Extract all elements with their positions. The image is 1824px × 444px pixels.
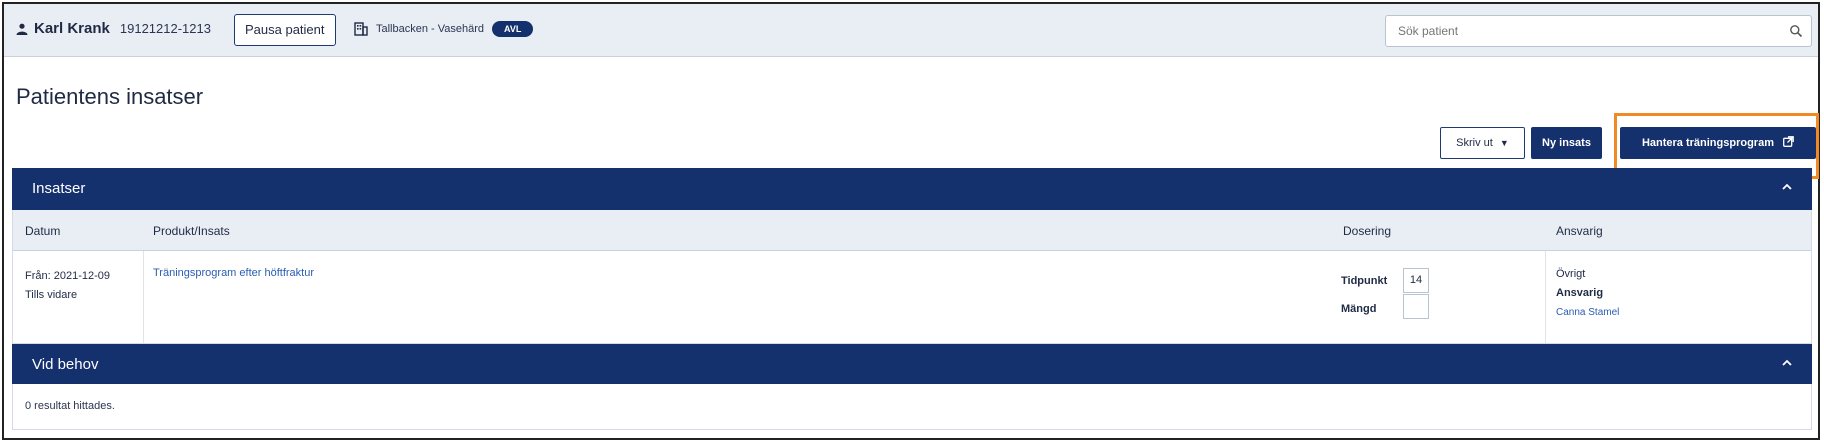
- date-cell: Från: 2021-12-09 Tills vidare: [25, 267, 110, 305]
- column-ansvarig: Ansvarig: [1556, 224, 1603, 238]
- ansvarig-name[interactable]: Canna Stamel: [1556, 303, 1619, 322]
- chevron-up-icon[interactable]: [1780, 180, 1794, 194]
- table-header: Datum Produkt/Insats Dosering Ansvarig: [13, 210, 1811, 251]
- patient-search[interactable]: [1385, 15, 1812, 47]
- app-frame: Karl Krank 19121212-1213 Pausa patient T…: [2, 2, 1820, 440]
- building-icon: [354, 22, 368, 36]
- patient-header: Karl Krank 19121212-1213 Pausa patient T…: [4, 4, 1818, 57]
- column-produkt: Produkt/Insats: [153, 224, 230, 238]
- print-dropdown-button[interactable]: Skriv ut ▼: [1440, 127, 1525, 159]
- unit-name: Tallbacken - Vasehärd: [376, 23, 485, 35]
- column-datum: Datum: [25, 224, 61, 238]
- vid-behov-content: 0 resultat hittades.: [12, 384, 1812, 430]
- insatser-panel-header[interactable]: Insatser: [12, 168, 1812, 210]
- patient-name: Karl Krank: [34, 20, 110, 37]
- mangd-value: [1403, 294, 1429, 319]
- manage-training-program-button[interactable]: Hantera träningsprogram: [1620, 127, 1816, 159]
- product-link[interactable]: Träningsprogram efter höftfraktur: [153, 267, 314, 279]
- tidpunkt-label: Tidpunkt: [1341, 275, 1388, 287]
- manage-label: Hantera träningsprogram: [1641, 137, 1774, 149]
- empty-result-text: 0 resultat hittades.: [25, 400, 115, 412]
- search-input[interactable]: [1396, 16, 1780, 46]
- ansvarig-cell: Övrigt Ansvarig Canna Stamel: [1556, 265, 1619, 322]
- insatser-table: Datum Produkt/Insats Dosering Ansvarig F…: [12, 210, 1812, 344]
- date-from: Från: 2021-12-09: [25, 270, 110, 282]
- tidpunkt-value: 14: [1403, 268, 1429, 293]
- unit-info: Tallbacken - Vasehärd AVL: [354, 21, 534, 37]
- vid-behov-title: Vid behov: [32, 356, 99, 373]
- ansvarig-label: Ansvarig: [1556, 287, 1604, 299]
- external-link-icon: [1783, 136, 1794, 147]
- caret-down-icon: ▼: [1499, 138, 1509, 148]
- patient-info: Karl Krank 19121212-1213: [16, 20, 211, 37]
- pause-patient-button[interactable]: Pausa patient: [234, 14, 336, 46]
- table-row: Från: 2021-12-09 Tills vidare Träningspr…: [13, 251, 1811, 344]
- search-icon[interactable]: [1789, 24, 1803, 38]
- person-icon: [16, 23, 28, 35]
- unit-badge: AVL: [492, 21, 534, 37]
- print-label: Skriv ut: [1456, 137, 1493, 149]
- mangd-label: Mängd: [1341, 303, 1377, 315]
- insatser-title: Insatser: [32, 180, 86, 197]
- page-title: Patientens insatser: [16, 84, 204, 109]
- ansvarig-title: Övrigt: [1556, 268, 1586, 280]
- new-insats-button[interactable]: Ny insats: [1531, 127, 1602, 159]
- dosering-cell: Tidpunkt 14 Mängd: [1341, 251, 1541, 343]
- date-until: Tills vidare: [25, 289, 78, 301]
- chevron-up-icon[interactable]: [1780, 356, 1794, 370]
- personal-number: 19121212-1213: [119, 21, 211, 36]
- column-dosering: Dosering: [1343, 224, 1392, 238]
- vid-behov-panel-header[interactable]: Vid behov: [12, 344, 1812, 386]
